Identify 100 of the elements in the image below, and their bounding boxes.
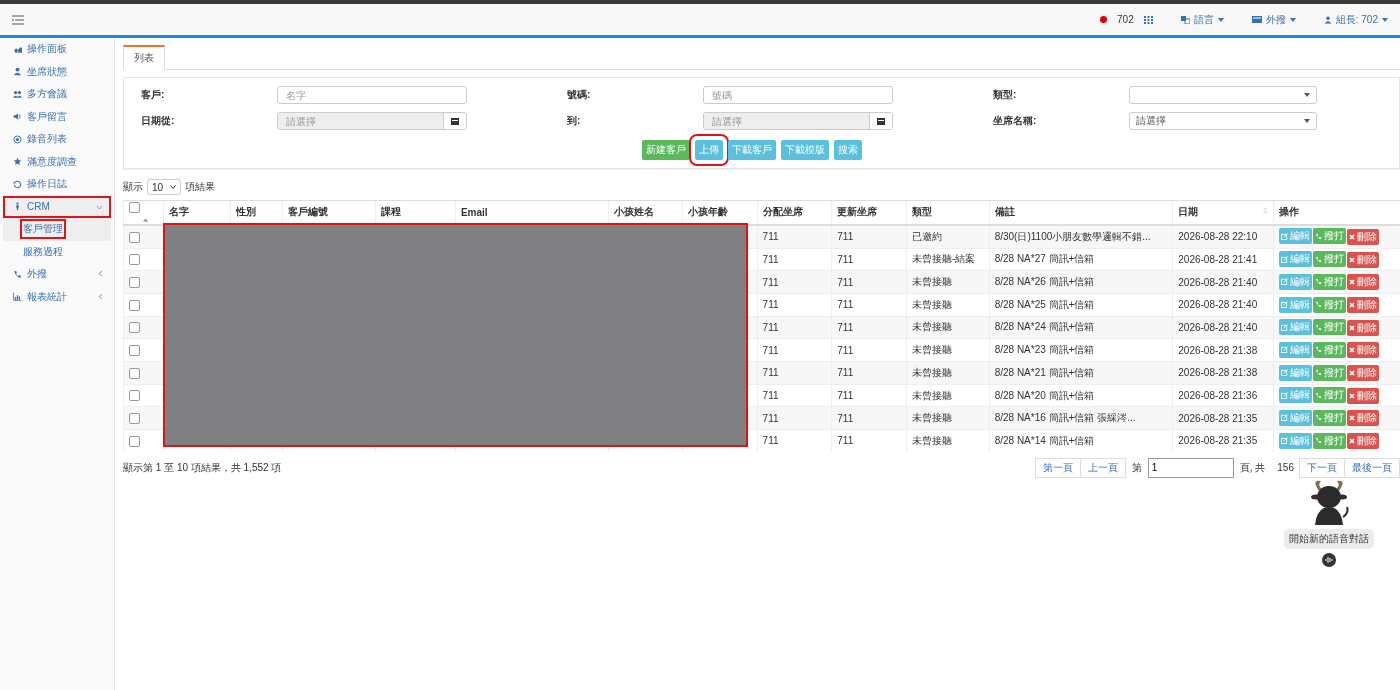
- row-action-button[interactable]: 編輯: [1279, 341, 1313, 358]
- row-action-button[interactable]: 刪除: [1347, 342, 1380, 359]
- row-action-button[interactable]: 撥打: [1313, 251, 1347, 268]
- column-header: 客戶編號: [288, 206, 329, 218]
- sidebar-item[interactable]: 操作日誌: [3, 173, 111, 196]
- row-action-button[interactable]: 撥打: [1313, 387, 1347, 404]
- page-size-dropdown[interactable]: 10: [147, 179, 181, 195]
- sidebar-item[interactable]: 多方會議: [3, 83, 111, 106]
- checkbox[interactable]: [129, 435, 140, 447]
- field-label: 到:: [567, 114, 582, 128]
- row-action-button[interactable]: 撥打: [1313, 228, 1347, 245]
- row-action-button[interactable]: 刪除: [1347, 365, 1380, 382]
- table-cell: 未曾接聽: [911, 344, 952, 356]
- checkbox[interactable]: [129, 322, 140, 334]
- checkbox[interactable]: [129, 413, 140, 425]
- chevron-left-icon: [98, 292, 103, 300]
- row-action-button[interactable]: 編輯: [1279, 273, 1313, 290]
- action-button[interactable]: 下載客戶: [727, 140, 776, 160]
- checkbox[interactable]: [129, 390, 140, 402]
- row-action-button[interactable]: 編輯: [1279, 251, 1313, 268]
- row-action-button[interactable]: 刪除: [1347, 274, 1380, 291]
- row-action-button[interactable]: 撥打: [1313, 296, 1347, 313]
- phone-icon: [1315, 437, 1323, 445]
- row-action-button[interactable]: 編輯: [1279, 387, 1313, 404]
- checkbox[interactable]: [129, 299, 140, 311]
- row-action-button[interactable]: 刪除: [1347, 387, 1380, 404]
- checkbox[interactable]: [129, 345, 140, 357]
- sidebar-item[interactable]: CRM: [3, 195, 111, 218]
- seat-dropdown[interactable]: 請選擇: [1129, 112, 1317, 130]
- row-action-button[interactable]: 撥打: [1313, 319, 1347, 336]
- action-button[interactable]: 下載模版: [780, 140, 829, 160]
- speaker-icon: [13, 112, 22, 122]
- row-action-button[interactable]: 撥打: [1313, 409, 1347, 426]
- table-cell: 8/28 NA*27 簡訊+信箱: [994, 253, 1095, 265]
- phone-icon: [1315, 414, 1323, 422]
- waveform-button[interactable]: [1322, 553, 1336, 567]
- chevron-down-icon: [170, 185, 176, 189]
- tab[interactable]: 列表: [123, 45, 165, 70]
- row-action-button[interactable]: 刪除: [1347, 410, 1380, 427]
- customer-field[interactable]: 名字: [277, 86, 467, 104]
- table-cell: 711: [762, 412, 779, 424]
- row-action-button[interactable]: 撥打: [1313, 364, 1347, 381]
- table-cell: 2026-08-28 21:36: [1178, 390, 1258, 401]
- column-header: 類型: [911, 206, 932, 218]
- grid-icon[interactable]: [1143, 15, 1153, 24]
- checkbox[interactable]: [129, 367, 140, 379]
- row-action-button[interactable]: 刪除: [1347, 228, 1380, 245]
- last-page-button[interactable]: 最後一頁: [1344, 457, 1400, 478]
- chevron-left-icon: [98, 270, 103, 278]
- sidebar-item[interactable]: 滿意度調查: [3, 150, 111, 173]
- number-field[interactable]: 號碼: [703, 86, 893, 104]
- next-page-button[interactable]: 下一頁: [1299, 457, 1345, 478]
- checkbox[interactable]: [129, 277, 140, 288]
- date-from-field[interactable]: 請選擇: [277, 112, 467, 130]
- row-action-button[interactable]: 編輯: [1279, 364, 1313, 381]
- sidebar-item[interactable]: 報表統計: [3, 285, 111, 308]
- date-to-field[interactable]: 請選擇: [703, 112, 893, 130]
- sidebar-subitem[interactable]: 客戶管理: [3, 218, 111, 241]
- extension-number: 702: [1117, 14, 1134, 25]
- row-action-button[interactable]: 撥打: [1313, 273, 1347, 290]
- menu-icon[interactable]: [12, 14, 24, 25]
- sidebar-item[interactable]: 坐席狀態: [3, 60, 111, 83]
- table-cell: 711: [837, 321, 854, 333]
- checkbox[interactable]: [129, 201, 140, 213]
- row-action-button[interactable]: 編輯: [1279, 409, 1313, 426]
- page-field[interactable]: 1: [1147, 457, 1234, 478]
- row-action-button[interactable]: 刪除: [1347, 319, 1380, 336]
- prev-page-button[interactable]: 上一頁: [1079, 457, 1126, 478]
- action-button[interactable]: 新建客戶: [641, 140, 690, 160]
- edit-icon: [1281, 255, 1289, 263]
- type-dropdown[interactable]: [1129, 86, 1317, 104]
- row-action-button[interactable]: 撥打: [1313, 341, 1347, 358]
- dial-menu[interactable]: 外撥: [1251, 12, 1296, 27]
- row-action-button[interactable]: 編輯: [1279, 228, 1313, 245]
- action-button[interactable]: 搜索: [833, 140, 862, 160]
- table-cell: 711: [762, 367, 779, 379]
- assistant-label[interactable]: 開始新的語音對話: [1284, 529, 1374, 549]
- sidebar-subitem[interactable]: 服務過程: [3, 240, 111, 263]
- edit-icon: [1281, 301, 1289, 308]
- sidebar-item[interactable]: 錄音列表: [3, 128, 111, 151]
- row-action-button[interactable]: 編輯: [1279, 432, 1313, 449]
- language-menu[interactable]: 語言: [1180, 12, 1224, 27]
- row-action-button[interactable]: 編輯: [1279, 296, 1313, 313]
- table-cell: 711: [837, 344, 854, 356]
- row-action-button[interactable]: 編輯: [1279, 319, 1313, 336]
- table-cell: 8/28 NA*14 簡訊+信箱: [994, 434, 1095, 446]
- row-action-button[interactable]: 撥打: [1313, 432, 1347, 449]
- user-menu[interactable]: 組長: 702: [1323, 12, 1388, 27]
- sort-icon[interactable]: [143, 217, 148, 222]
- sidebar-item[interactable]: 外撥: [3, 263, 111, 286]
- sidebar-item[interactable]: 客戶留言: [3, 105, 111, 128]
- row-action-button[interactable]: 刪除: [1347, 251, 1380, 268]
- field-label: 號碼:: [567, 88, 592, 102]
- sidebar-item[interactable]: 操作面板: [3, 38, 111, 61]
- row-action-button[interactable]: 刪除: [1347, 297, 1380, 313]
- first-page-button[interactable]: 第一頁: [1034, 457, 1081, 478]
- checkbox[interactable]: [129, 231, 140, 243]
- row-action-button[interactable]: 刪除: [1347, 433, 1380, 450]
- checkbox[interactable]: [129, 254, 140, 266]
- table-cell: 711: [837, 412, 854, 424]
